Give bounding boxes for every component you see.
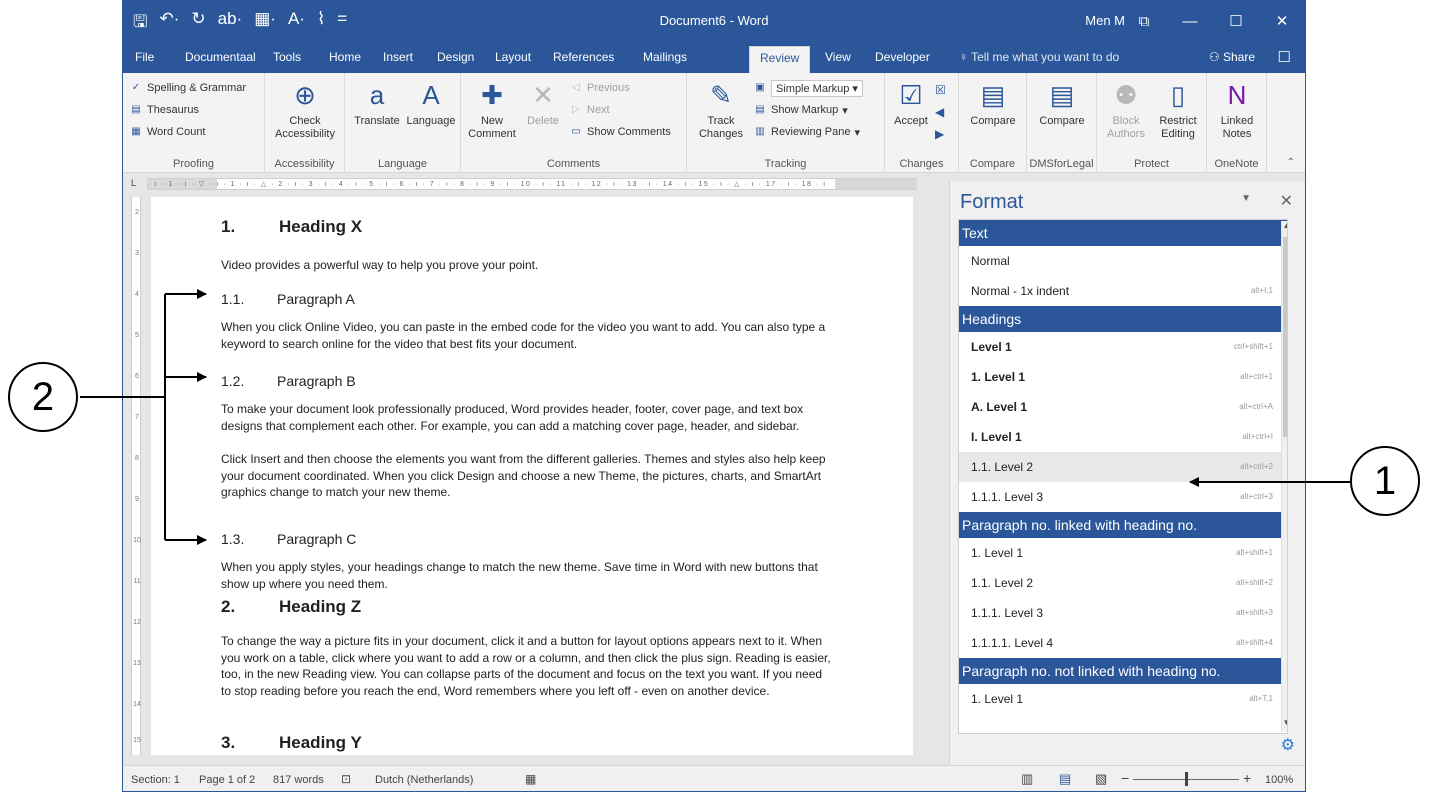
callout-2: 2 bbox=[8, 362, 78, 432]
annotation-arrows bbox=[80, 289, 1350, 545]
callout-1: 1 bbox=[1350, 446, 1420, 516]
